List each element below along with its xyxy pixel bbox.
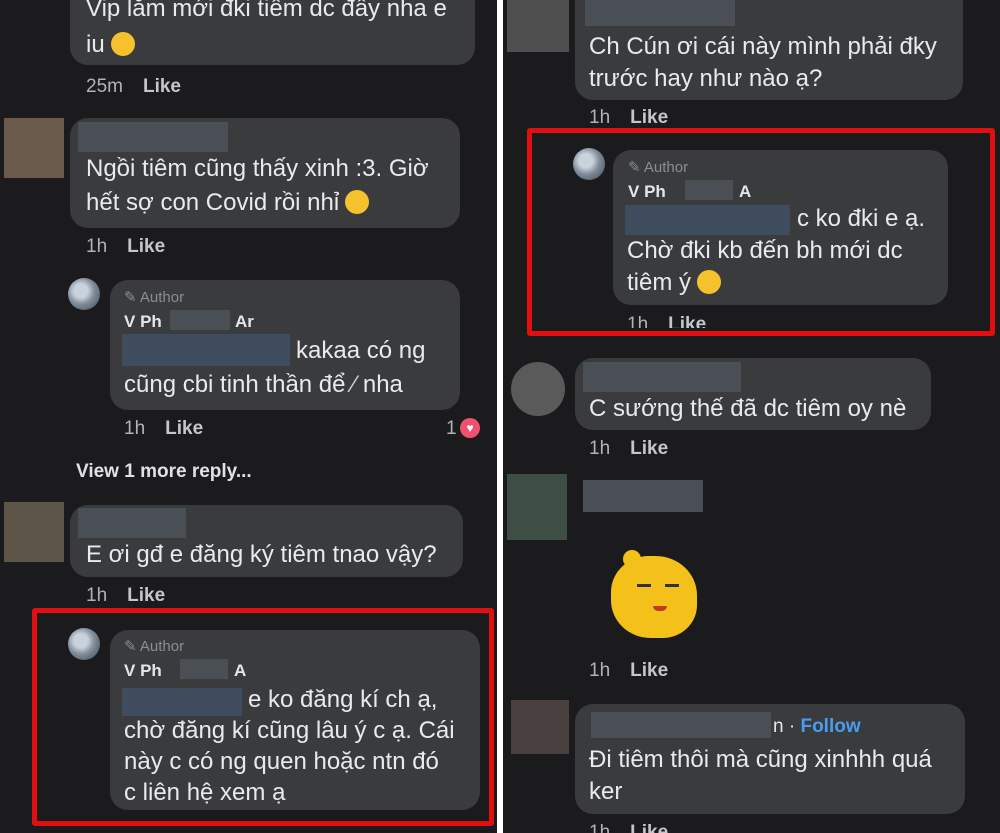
like-button[interactable]: Like — [668, 314, 706, 328]
smiling-face-with-hearts-icon — [110, 32, 135, 56]
comment-text: E ơi gđ e đăng ký tiêm tnao vậy? — [86, 541, 437, 568]
author-avatar[interactable] — [573, 148, 605, 180]
avatar[interactable] — [4, 118, 64, 178]
comment-text: ker — [589, 778, 623, 805]
comment-meta: 1h Like — [86, 236, 165, 258]
blurred-username — [78, 508, 186, 538]
author-name-end: A — [234, 661, 247, 680]
timestamp: 25m — [86, 76, 123, 97]
avatar[interactable] — [511, 362, 565, 416]
author-name[interactable]: V Ph — [124, 661, 162, 681]
blurred-mention — [625, 205, 790, 235]
author-name[interactable]: V Ph — [124, 312, 162, 332]
comment-text: hết sợ con Covid rồi nhỉ — [86, 186, 370, 220]
comment-text: iu — [86, 28, 135, 62]
reply-text: tiêm ý — [627, 266, 722, 300]
reply-text: e ko đăng kí ch ạ, — [248, 686, 438, 713]
author-name-end: A — [739, 182, 752, 201]
separator-dot: · — [788, 716, 796, 737]
comment-meta: 1h Like — [86, 585, 165, 607]
author-badge: ✎ Author — [628, 159, 689, 176]
crying-face-icon — [697, 270, 722, 294]
comment-text: trước hay như nào ạ? — [589, 65, 823, 92]
username-suffix: n — [773, 716, 784, 737]
blurred-username — [585, 0, 735, 26]
comment-meta: 1h Like — [589, 660, 668, 682]
avatar[interactable] — [507, 0, 569, 52]
right-screenshot-panel: Ch Cún ơi cái này mình phải đky trước ha… — [503, 0, 1000, 833]
reply-text: cũng cbi tinh thần để ∕ nha — [124, 371, 403, 398]
like-button[interactable]: Like — [630, 107, 668, 128]
blurred-username — [78, 122, 228, 152]
timestamp: 1h — [589, 438, 611, 459]
timestamp: 1h — [589, 107, 611, 128]
comment-text: C sướng thế đã dc tiêm oy nè — [589, 395, 907, 422]
grinning-squinting-face-icon — [345, 190, 370, 214]
timestamp: 1h — [124, 418, 146, 439]
comment-meta: 1h Like — [589, 822, 668, 833]
reaction-count[interactable]: 1 — [446, 418, 457, 440]
timestamp: 1h — [86, 585, 108, 606]
blurred-username — [583, 362, 741, 392]
author-name[interactable]: V Ph — [628, 182, 666, 202]
timestamp: 1h — [589, 660, 611, 681]
timestamp: 1h — [589, 822, 611, 833]
blurred-name-part — [170, 310, 230, 330]
like-button[interactable]: Like — [143, 76, 181, 97]
comment-meta: 1h Like — [589, 107, 668, 129]
like-button[interactable]: Like — [127, 236, 165, 257]
author-avatar[interactable] — [68, 278, 100, 310]
comment-text: Vip lắm mới đki tiêm dc đấy nha e — [86, 0, 447, 22]
avatar[interactable] — [4, 502, 64, 562]
comment-meta: 25m Like — [86, 76, 181, 98]
avatar[interactable] — [507, 474, 567, 540]
like-button[interactable]: Like — [630, 822, 668, 833]
left-screenshot-panel: Vip lắm mới đki tiêm dc đấy nha e iu 25m… — [0, 0, 497, 833]
comment-text: Đi tiêm thôi mà cũng xinhhh quá — [589, 746, 932, 773]
sticker-image — [603, 548, 703, 643]
timestamp: 1h — [627, 314, 649, 328]
blurred-mention — [122, 334, 290, 366]
reply-text: này c có ng quen hoặc ntn đó — [124, 748, 439, 775]
like-button[interactable]: Like — [127, 585, 165, 606]
heart-reaction-icon: ♥ — [460, 418, 480, 438]
reply-meta: 1h Like — [124, 418, 203, 440]
timestamp: 1h — [86, 236, 108, 257]
comment-header: n · Follow — [773, 716, 861, 738]
blurred-mention — [122, 688, 242, 716]
author-badge: ✎ Author — [124, 638, 185, 655]
reply-text: c ko đki e ạ. — [797, 205, 926, 232]
author-name-end: Ar — [235, 312, 254, 331]
author-badge: ✎ Author — [124, 289, 185, 306]
comment-text: Ngồi tiêm cũng thấy xinh :3. Giờ — [86, 155, 429, 182]
reply-text: Chờ đki kb đến bh mới dc — [627, 237, 903, 264]
like-button[interactable]: Like — [630, 438, 668, 459]
follow-button[interactable]: Follow — [800, 716, 860, 737]
syringe-icon: ∕ — [352, 371, 357, 398]
author-avatar[interactable] — [68, 628, 100, 660]
blurred-name-part — [180, 659, 228, 679]
avatar[interactable] — [511, 700, 569, 754]
blurred-name-part — [685, 180, 733, 200]
comment-meta: 1h Like — [589, 438, 668, 460]
like-button[interactable]: Like — [165, 418, 203, 439]
like-button[interactable]: Like — [630, 660, 668, 681]
blurred-username — [591, 712, 771, 738]
reply-meta: 1h Like — [627, 314, 706, 328]
comment-text: Ch Cún ơi cái này mình phải đky — [589, 33, 937, 60]
reply-text: c liên hệ xem ạ — [124, 779, 286, 806]
reply-text: kakaa có ng — [296, 337, 426, 364]
reply-text: chờ đăng kí cũng lâu ý c ạ. Cái — [124, 717, 455, 744]
blurred-username — [583, 480, 703, 512]
view-more-replies-link[interactable]: View 1 more reply... — [76, 461, 252, 483]
